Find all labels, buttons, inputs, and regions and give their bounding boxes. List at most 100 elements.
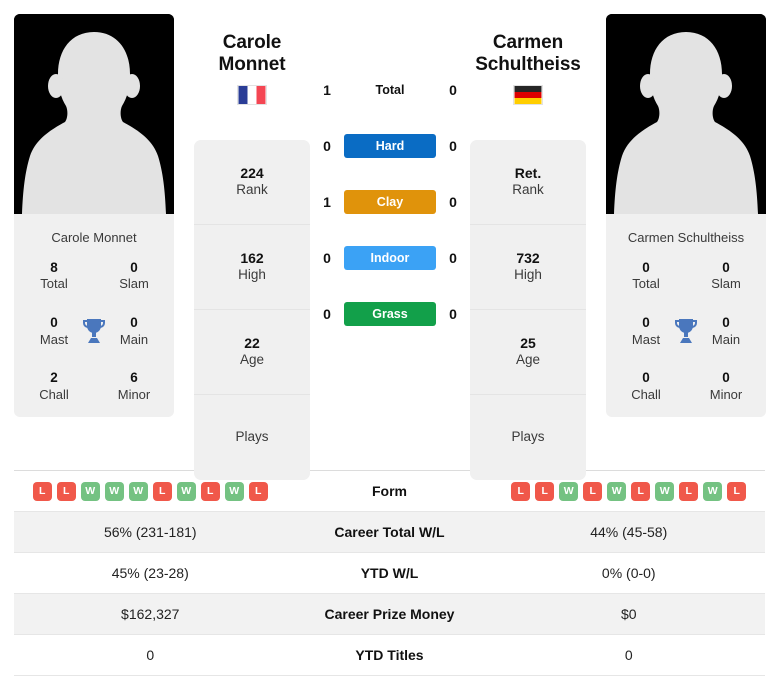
h2h-right-value: 0 bbox=[449, 82, 457, 98]
flag-germany-icon bbox=[513, 85, 543, 106]
form-badge-loss[interactable]: L bbox=[727, 481, 747, 501]
h2h-row-clay: 1 Clay 0 bbox=[310, 174, 470, 230]
h2h-label-hard[interactable]: Hard bbox=[344, 134, 436, 158]
left-player-first-name[interactable]: Carole bbox=[194, 32, 310, 54]
h2h-right-value: 0 bbox=[449, 138, 457, 154]
stat-label: Age bbox=[239, 352, 265, 368]
stat-value: 25 bbox=[520, 334, 536, 351]
right-value: 0% (0-0) bbox=[601, 565, 656, 581]
right-player-photo-caption: Carmen Schultheiss bbox=[627, 230, 745, 245]
h2h-label-clay[interactable]: Clay bbox=[344, 190, 436, 214]
form-badge-win[interactable]: W bbox=[655, 481, 675, 501]
right-stat-high: 732 High bbox=[470, 225, 586, 310]
form-badge-loss[interactable]: L bbox=[152, 481, 172, 501]
form-badge-win[interactable]: W bbox=[703, 481, 723, 501]
title-label: Slam bbox=[711, 276, 741, 292]
trophy-icon bbox=[675, 319, 697, 344]
row-label: YTD Titles bbox=[355, 647, 424, 663]
left-title-cell: 6 Minor bbox=[94, 370, 174, 403]
title-label: Minor bbox=[709, 386, 743, 402]
left-player-last-name[interactable]: Monnet bbox=[194, 54, 310, 76]
table-row-ytd-wl: 45% (23-28) YTD W/L 0% (0-0) bbox=[14, 553, 765, 594]
player-comparison-page: Carole Monnet 8 Total 0 Slam 0 Mast 0 Ma… bbox=[0, 0, 779, 699]
left-player-photo-column: Carole Monnet 8 Total 0 Slam 0 Mast 0 Ma… bbox=[14, 14, 174, 417]
right-value: 44% (45-58) bbox=[590, 524, 668, 540]
form-badge-loss[interactable]: L bbox=[32, 481, 52, 501]
form-badge-loss[interactable]: L bbox=[248, 481, 268, 501]
stat-label: Age bbox=[515, 352, 541, 368]
h2h-label-indoor[interactable]: Indoor bbox=[344, 246, 436, 270]
left-player-titles-card: Carole Monnet 8 Total 0 Slam 0 Mast 0 Ma… bbox=[14, 214, 174, 417]
right-stat-age: 25 Age bbox=[470, 310, 586, 395]
row-label: YTD W/L bbox=[360, 565, 419, 581]
title-value: 8 bbox=[50, 259, 58, 275]
right-title-cell: 0 Minor bbox=[686, 370, 766, 403]
player-silhouette-icon bbox=[606, 14, 766, 214]
right-player-photo-column: Carmen Schultheiss 0 Total 0 Slam 0 Mast… bbox=[606, 14, 766, 417]
h2h-right-value: 0 bbox=[449, 306, 457, 322]
form-badge-win[interactable]: W bbox=[80, 481, 100, 501]
left-title-cell: 2 Chall bbox=[14, 370, 94, 403]
form-badge-win[interactable]: W bbox=[607, 481, 627, 501]
h2h-left-value: 1 bbox=[323, 82, 331, 98]
title-value: 0 bbox=[130, 259, 138, 275]
form-badge-loss[interactable]: L bbox=[511, 481, 531, 501]
left-stat-rank: 224 Rank bbox=[194, 140, 310, 225]
right-stat-plays: Plays bbox=[470, 395, 586, 480]
stat-label: Plays bbox=[511, 429, 545, 445]
left-player-stat-card: 224 Rank 162 High 22 Age Plays bbox=[194, 140, 310, 480]
title-label: Total bbox=[632, 276, 660, 292]
left-stat-plays: Plays bbox=[194, 395, 310, 480]
left-form-strip: LLWWWLWLWL bbox=[14, 481, 287, 501]
h2h-left-value: 0 bbox=[323, 138, 331, 154]
stat-value: 22 bbox=[244, 334, 260, 351]
title-label: Total bbox=[40, 276, 68, 292]
right-player-last-name[interactable]: Schultheiss bbox=[470, 54, 586, 76]
table-row-ytd-titles: 0 YTD Titles 0 bbox=[14, 635, 765, 676]
form-badge-loss[interactable]: L bbox=[679, 481, 699, 501]
title-label: Slam bbox=[119, 276, 149, 292]
stat-label: High bbox=[514, 267, 542, 283]
form-badge-win[interactable]: W bbox=[224, 481, 244, 501]
form-badge-loss[interactable]: L bbox=[56, 481, 76, 501]
comparison-header: Carole Monnet 8 Total 0 Slam 0 Mast 0 Ma… bbox=[0, 0, 779, 480]
row-label: Form bbox=[372, 483, 407, 499]
left-player-stats-column: Carole Monnet 224 Rank 162 High 22 Age P… bbox=[194, 14, 310, 480]
left-value: 45% (23-28) bbox=[111, 565, 189, 581]
title-value: 0 bbox=[722, 369, 730, 385]
right-title-cell: 0 Total bbox=[606, 260, 686, 293]
left-player-name-block: Carole Monnet bbox=[194, 14, 310, 140]
form-badge-win[interactable]: W bbox=[176, 481, 196, 501]
left-player-photo bbox=[14, 14, 174, 214]
title-value: 0 bbox=[642, 259, 650, 275]
title-label: Chall bbox=[39, 386, 69, 402]
left-form-cell: LLWWWLWLWL bbox=[14, 481, 287, 501]
right-player-titles-card: Carmen Schultheiss 0 Total 0 Slam 0 Mast… bbox=[606, 214, 766, 417]
form-badge-win[interactable]: W bbox=[128, 481, 148, 501]
left-stat-age: 22 Age bbox=[194, 310, 310, 395]
right-player-first-name[interactable]: Carmen bbox=[470, 32, 586, 54]
title-label: Minor bbox=[117, 386, 151, 402]
stat-label: Plays bbox=[235, 429, 269, 445]
flag-france-icon bbox=[237, 85, 267, 106]
title-value: 6 bbox=[130, 369, 138, 385]
right-player-stat-card: Ret. Rank 732 High 25 Age Plays bbox=[470, 140, 586, 480]
form-badge-loss[interactable]: L bbox=[535, 481, 555, 501]
form-badge-loss[interactable]: L bbox=[200, 481, 220, 501]
stat-value: 162 bbox=[240, 249, 264, 266]
h2h-label-grass[interactable]: Grass bbox=[344, 302, 436, 326]
form-badge-loss[interactable]: L bbox=[631, 481, 651, 501]
form-badge-win[interactable]: W bbox=[104, 481, 124, 501]
table-row-career-total-wl: 56% (231-181) Career Total W/L 44% (45-5… bbox=[14, 512, 765, 553]
trophy-icon bbox=[83, 319, 105, 344]
right-value: 0 bbox=[624, 647, 633, 663]
h2h-row-total: 1 Total 0 bbox=[310, 62, 470, 118]
player-silhouette-icon bbox=[14, 14, 174, 214]
form-badge-win[interactable]: W bbox=[559, 481, 579, 501]
title-value: 0 bbox=[642, 369, 650, 385]
stat-value: 224 bbox=[240, 164, 264, 181]
h2h-left-value: 1 bbox=[323, 194, 331, 210]
stat-value: 732 bbox=[516, 249, 540, 266]
form-badge-loss[interactable]: L bbox=[583, 481, 603, 501]
right-player-stats-column: Carmen Schultheiss Ret. Rank 732 High 25… bbox=[470, 14, 586, 480]
